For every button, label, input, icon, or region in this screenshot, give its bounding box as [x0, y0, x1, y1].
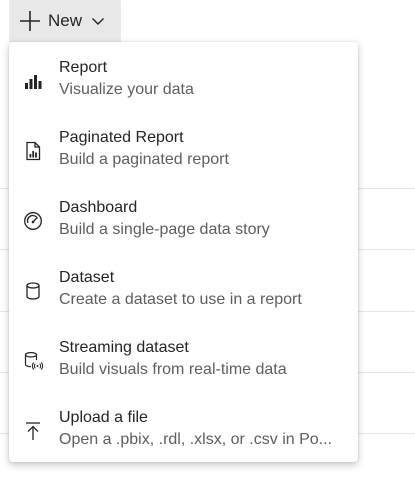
menu-item-report[interactable]: Report Visualize your data	[9, 45, 358, 115]
plus-icon	[20, 11, 40, 31]
new-button[interactable]: New	[9, 0, 121, 42]
menu-item-title: Paginated Report	[59, 129, 184, 146]
new-dropdown-menu: Report Visualize your data Paginated Rep…	[9, 42, 358, 462]
menu-item-dataset[interactable]: Dataset Create a dataset to use in a rep…	[9, 255, 358, 325]
database-icon	[26, 282, 40, 300]
menu-item-title: Dataset	[59, 269, 115, 286]
menu-item-description: Build a paginated report	[59, 151, 229, 168]
menu-item-paginated-report[interactable]: Paginated Report Build a paginated repor…	[9, 115, 358, 185]
menu-item-title: Dashboard	[59, 199, 138, 216]
menu-item-title: Streaming dataset	[59, 339, 189, 356]
menu-item-description: Open a .pbix, .rdl, .xlsx, or .csv in Po…	[59, 431, 332, 448]
paginated-report-icon	[26, 141, 41, 161]
streaming-database-icon	[24, 351, 43, 370]
menu-item-title: Report	[59, 59, 108, 76]
menu-item-description: Build visuals from real-time data	[59, 361, 287, 378]
menu-item-description: Build a single-page data story	[59, 221, 270, 238]
chevron-down-icon	[92, 18, 105, 25]
menu-item-streaming-dataset[interactable]: Streaming dataset Build visuals from rea…	[9, 325, 358, 395]
menu-item-description: Visualize your data	[59, 81, 194, 98]
menu-item-dashboard[interactable]: Dashboard Build a single-page data story	[9, 185, 358, 255]
dashboard-gauge-icon	[24, 212, 42, 230]
bar-chart-icon	[25, 75, 42, 89]
new-button-label: New	[48, 11, 83, 30]
menu-item-upload-file[interactable]: Upload a file Open a .pbix, .rdl, .xlsx,…	[9, 395, 358, 465]
menu-item-title: Upload a file	[59, 409, 148, 426]
upload-icon	[26, 422, 40, 440]
menu-item-description: Create a dataset to use in a report	[59, 291, 302, 308]
